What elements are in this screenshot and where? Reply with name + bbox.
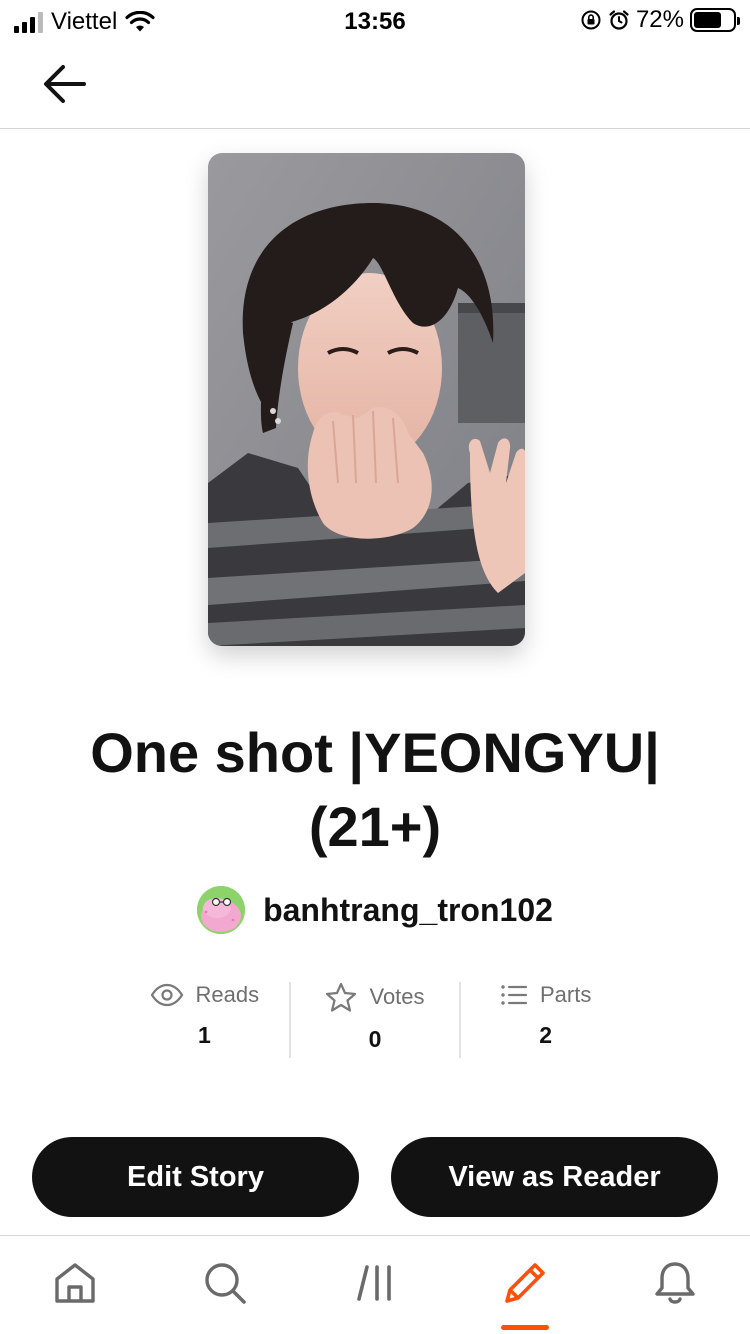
- stat-parts-label: Parts: [540, 982, 592, 1007]
- stat-parts: Parts 2: [459, 982, 630, 1058]
- home-icon: [55, 1263, 95, 1303]
- back-arrow-icon: [44, 65, 86, 103]
- story-cover-image[interactable]: [208, 153, 525, 646]
- alarm-icon: [609, 10, 629, 30]
- tab-home[interactable]: [0, 1236, 150, 1334]
- notifications-icon: [655, 1262, 695, 1304]
- battery-level: [694, 12, 722, 28]
- active-tab-indicator: [501, 1325, 549, 1330]
- tab-notifications[interactable]: [600, 1236, 750, 1334]
- tab-search[interactable]: [150, 1236, 300, 1334]
- author-name: banhtrang_tron102: [263, 891, 553, 928]
- stat-reads-label: Reads: [195, 982, 260, 1007]
- cover-photo: [208, 153, 525, 646]
- view-as-reader-button[interactable]: View as Reader: [391, 1137, 718, 1217]
- status-bar: Viettel 13:56 72%: [0, 0, 750, 42]
- story-stats: Reads 1 Votes 0 Parts 2: [120, 982, 630, 1058]
- author-link[interactable]: banhtrang_tron102: [0, 886, 750, 934]
- tab-library[interactable]: [300, 1236, 450, 1334]
- stat-votes-label: Votes: [369, 984, 425, 1009]
- stat-reads: Reads 1: [120, 982, 289, 1058]
- library-icon: [357, 1265, 391, 1301]
- stat-parts-value: 2: [539, 1022, 553, 1048]
- status-right: 72%: [580, 6, 740, 34]
- battery-percent: 72%: [635, 6, 684, 33]
- search-icon: [205, 1263, 246, 1304]
- story-title: One shot |YEONGYU| (21+): [90, 721, 660, 858]
- avatar-image: [197, 886, 246, 934]
- write-icon: [505, 1263, 545, 1303]
- stat-votes-value: 0: [368, 1026, 382, 1052]
- edit-story-button[interactable]: Edit Story: [32, 1137, 359, 1217]
- battery-icon: [690, 8, 740, 32]
- stat-reads-value: 1: [197, 1022, 211, 1048]
- top-nav: [0, 42, 750, 129]
- back-button[interactable]: [38, 62, 90, 106]
- tab-write[interactable]: [450, 1236, 600, 1334]
- orientation-lock-icon: [581, 10, 601, 30]
- list-icon: [501, 985, 528, 1005]
- star-icon: [326, 982, 357, 1012]
- stat-votes: Votes 0: [288, 982, 460, 1058]
- eye-icon: [150, 983, 183, 1007]
- bottom-tab-bar: [0, 1235, 750, 1334]
- author-avatar: [197, 886, 246, 934]
